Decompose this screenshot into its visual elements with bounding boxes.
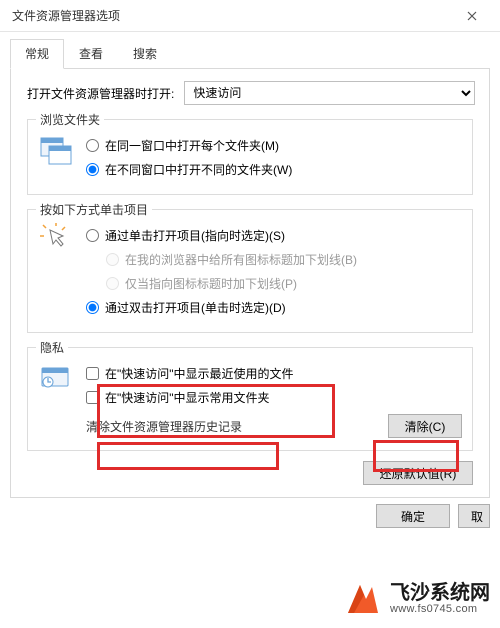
radio-new-window[interactable]: 在不同窗口中打开不同的文件夹(W) xyxy=(86,158,462,180)
radio-double-click[interactable]: 通过双击打开项目(单击时选定)(D) xyxy=(86,296,462,318)
radio-single-click[interactable]: 通过单击打开项目(指向时选定)(S) xyxy=(86,224,462,246)
window-title: 文件资源管理器选项 xyxy=(12,7,120,24)
tab-panel-general: 打开文件资源管理器时打开: 快速访问 浏览文件夹 在同一窗口中打开每个文件夹(M… xyxy=(10,68,490,498)
group-browse-legend: 浏览文件夹 xyxy=(36,111,104,128)
tab-search[interactable]: 搜索 xyxy=(118,39,172,69)
watermark-url: www.fs0745.com xyxy=(390,603,490,615)
open-to-row: 打开文件资源管理器时打开: 快速访问 xyxy=(27,81,475,105)
group-click-items: 按如下方式单击项目 通过单击打开项目(指向时选定)(S) 在我的浏览器中给所有图… xyxy=(27,209,473,333)
clear-button[interactable]: 清除(C) xyxy=(388,414,462,438)
close-button[interactable] xyxy=(452,2,492,30)
dialog-buttons: 确定 取 xyxy=(10,504,490,528)
open-to-label: 打开文件资源管理器时打开: xyxy=(27,85,174,102)
radio-underline-hover: 仅当指向图标标题时加下划线(P) xyxy=(86,272,462,294)
checkbox-show-recent[interactable]: 在"快速访问"中显示最近使用的文件 xyxy=(86,362,462,384)
clear-history-label: 清除文件资源管理器历史记录 xyxy=(86,418,242,435)
watermark-brand: 飞沙系统网 xyxy=(390,583,490,603)
radio-underline-browser: 在我的浏览器中给所有图标标题加下划线(B) xyxy=(86,248,462,270)
ok-button[interactable]: 确定 xyxy=(376,504,450,528)
group-click-legend: 按如下方式单击项目 xyxy=(36,201,152,218)
cursor-click-icon xyxy=(38,222,74,258)
tab-general[interactable]: 常规 xyxy=(10,39,64,69)
tab-view[interactable]: 查看 xyxy=(64,39,118,69)
radio-same-window[interactable]: 在同一窗口中打开每个文件夹(M) xyxy=(86,134,462,156)
group-privacy-legend: 隐私 xyxy=(36,339,68,356)
checkbox-show-frequent[interactable]: 在"快速访问"中显示常用文件夹 xyxy=(86,386,462,408)
titlebar: 文件资源管理器选项 xyxy=(0,0,500,32)
privacy-monitor-icon xyxy=(38,360,74,396)
cancel-button-partial[interactable]: 取 xyxy=(458,504,490,528)
folder-windows-icon xyxy=(38,132,74,168)
watermark: 飞沙系统网 www.fs0745.com xyxy=(328,572,500,628)
group-privacy: 隐私 在"快速访问"中显示最近使用的文件 在"快速访问"中显示常用文件夹 清除文… xyxy=(27,347,473,451)
watermark-logo-icon xyxy=(342,579,382,619)
group-browse-folders: 浏览文件夹 在同一窗口中打开每个文件夹(M) 在不同窗口中打开不同的文件夹(W) xyxy=(27,119,473,195)
tab-strip: 常规 查看 搜索 xyxy=(0,32,500,68)
close-icon xyxy=(467,11,477,21)
restore-defaults-button[interactable]: 还原默认值(R) xyxy=(363,461,473,485)
open-to-select[interactable]: 快速访问 xyxy=(184,81,475,105)
